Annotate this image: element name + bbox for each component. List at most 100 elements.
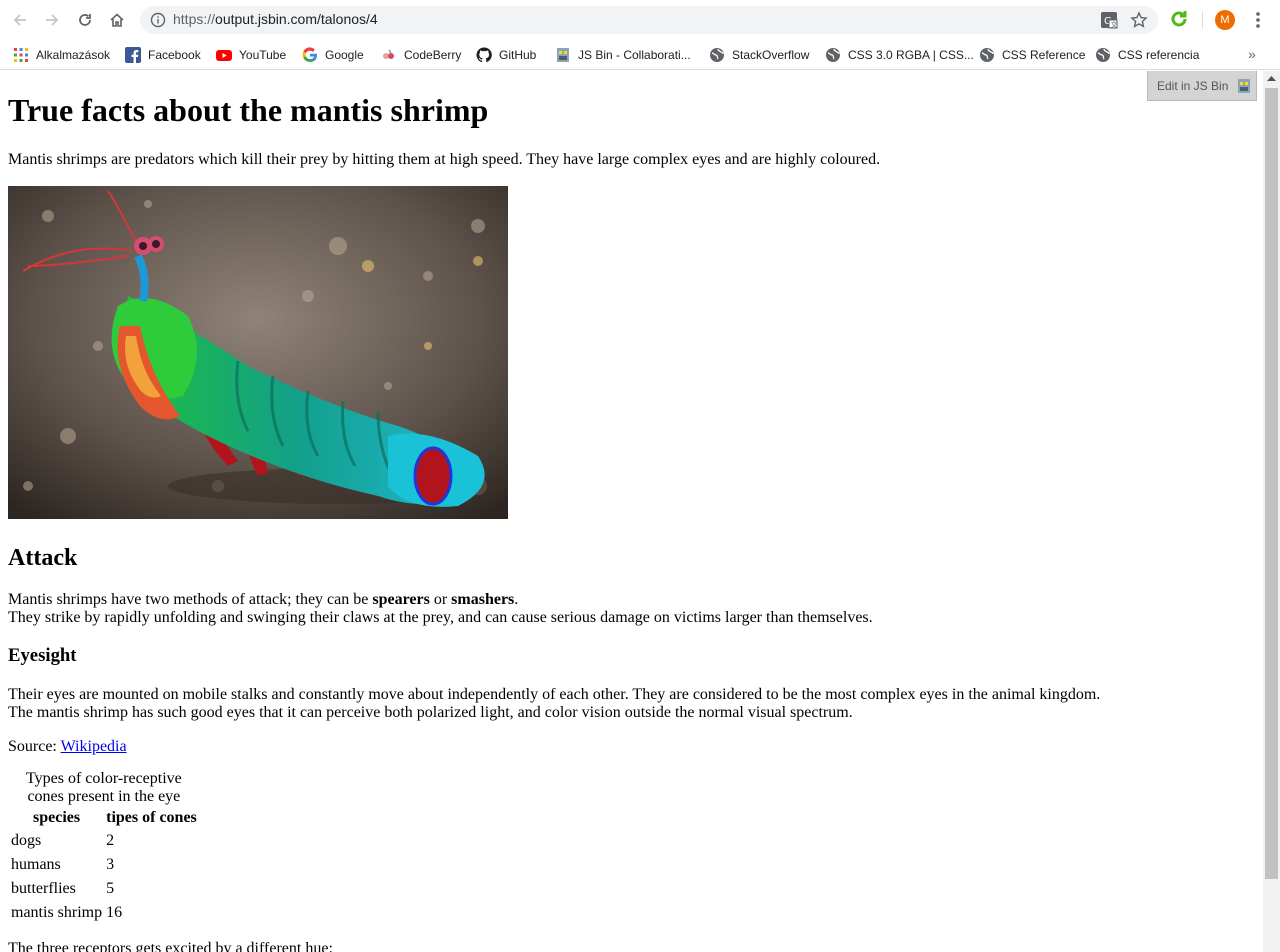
table-header-cell: tipes of cones xyxy=(106,809,197,826)
table-header-cell: species xyxy=(33,809,81,826)
bookmarks-bar: Alkalmazások Facebook YouTube Google Cod… xyxy=(0,40,1280,70)
bookmark-label: GitHub xyxy=(499,48,537,62)
table-row: mantis shrimp 16 xyxy=(10,902,198,924)
bookmark-label: JS Bin - Collaborati... xyxy=(578,48,691,62)
bookmark-label: YouTube xyxy=(239,48,287,62)
globe-icon xyxy=(826,48,840,62)
facebook-icon xyxy=(125,47,141,63)
bookmark-css-rgba[interactable]: CSS 3.0 RGBA | CSS... xyxy=(825,44,974,66)
eyesight-paragraph: Their eyes are mounted on mobile stalks … xyxy=(8,686,1255,722)
bookmark-label: StackOverflow xyxy=(732,48,810,62)
github-icon xyxy=(476,47,492,63)
table-header-row: species tipes of cones xyxy=(10,808,198,828)
info-icon[interactable] xyxy=(150,12,166,28)
reload-button[interactable] xyxy=(73,8,97,32)
bookmark-facebook[interactable]: Facebook xyxy=(125,44,201,66)
scroll-up-arrow-icon[interactable] xyxy=(1267,75,1276,81)
table-cell: 3 xyxy=(106,856,115,873)
table-cell: 5 xyxy=(106,880,115,897)
mantis-shrimp-photo xyxy=(8,186,508,519)
url-host-path: output.jsbin.com/talonos/4 xyxy=(215,11,378,27)
svg-text:文: 文 xyxy=(1111,20,1118,29)
bookmark-label: CSS referencia xyxy=(1118,48,1200,62)
table-cell: 16 xyxy=(106,904,123,921)
forward-button[interactable] xyxy=(40,8,64,32)
jsbin-icon xyxy=(557,48,569,62)
page-content: True facts about the mantis shrimp Manti… xyxy=(0,92,1263,952)
bookmark-label: CSS Reference xyxy=(1002,48,1086,62)
page-viewport: True facts about the mantis shrimp Manti… xyxy=(0,71,1263,952)
bookmark-star-icon[interactable] xyxy=(1130,11,1148,29)
eyesight-line1: Their eyes are mounted on mobile stalks … xyxy=(8,686,1101,703)
edit-in-jsbin-button[interactable]: Edit in JS Bin xyxy=(1147,71,1257,101)
vertical-scrollbar[interactable] xyxy=(1263,71,1280,952)
home-button[interactable] xyxy=(105,8,129,32)
codeberry-icon xyxy=(383,49,394,59)
globe-icon xyxy=(980,48,994,62)
url-scheme: https:// xyxy=(173,11,216,27)
bookmark-css-reference[interactable]: CSS Reference xyxy=(979,44,1085,66)
attack-period: . xyxy=(514,591,519,608)
source-label: Source: xyxy=(8,738,61,755)
smashers-bold: smashers xyxy=(451,591,515,608)
address-bar[interactable]: https://output.jsbin.com/talonos/4 G文 xyxy=(140,6,1158,34)
arrow-right-icon xyxy=(46,14,59,26)
back-button[interactable] xyxy=(8,8,32,32)
table-cell: dogs xyxy=(11,832,42,849)
jsbin-icon xyxy=(1238,78,1251,93)
spearers-bold: spearers xyxy=(372,591,430,608)
bookmark-github[interactable]: GitHub xyxy=(476,44,536,66)
bookmark-css-referencia[interactable]: CSS referencia xyxy=(1095,44,1199,66)
extension-reload-icon[interactable] xyxy=(1168,8,1190,30)
cones-table: Types of color-receptive cones present i… xyxy=(8,770,200,926)
profile-avatar[interactable]: M xyxy=(1215,10,1235,30)
google-icon xyxy=(302,47,317,62)
intro-paragraph: Mantis shrimps are predators which kill … xyxy=(8,151,881,168)
attack-heading: Attack xyxy=(8,545,78,571)
attack-paragraph: Mantis shrimps have two methods of attac… xyxy=(8,591,1255,627)
table-row: dogs 2 xyxy=(10,830,198,852)
attack-line2: They strike by rapidly unfolding and swi… xyxy=(8,609,873,626)
bookmark-jsbin[interactable]: JS Bin - Collaborati... xyxy=(555,44,691,66)
table-row: humans 3 xyxy=(10,854,198,876)
eyesight-heading: Eyesight xyxy=(8,645,77,666)
scrollbar-thumb[interactable] xyxy=(1265,88,1278,879)
bookmark-stackoverflow[interactable]: StackOverflow xyxy=(709,44,809,66)
table-cell: 2 xyxy=(106,832,115,849)
table-cell: butterflies xyxy=(11,880,76,897)
bookmark-label: CodeBerry xyxy=(404,48,462,62)
attack-text: Mantis shrimps have two methods of attac… xyxy=(8,591,373,608)
toolbar-separator xyxy=(1202,11,1203,29)
reload-icon xyxy=(79,14,91,26)
bookmark-youtube[interactable]: YouTube xyxy=(216,44,286,66)
table-cell: humans xyxy=(11,856,61,873)
table-row: butterflies 5 xyxy=(10,878,198,900)
receptors-paragraph: The three receptors gets excited by a di… xyxy=(8,940,333,952)
wikipedia-link[interactable]: Wikipedia xyxy=(61,738,127,755)
attack-or: or xyxy=(429,591,452,608)
bookmark-label: Facebook xyxy=(148,48,201,62)
page-title: True facts about the mantis shrimp xyxy=(8,92,489,128)
globe-icon xyxy=(710,48,724,62)
bookmark-label: CSS 3.0 RGBA | CSS... xyxy=(848,48,974,62)
globe-icon xyxy=(1096,48,1110,62)
kebab-menu-icon[interactable] xyxy=(1250,10,1266,30)
url-text[interactable]: https://output.jsbin.com/talonos/4 xyxy=(173,11,378,27)
bookmark-label: Alkalmazások xyxy=(36,48,111,62)
youtube-icon xyxy=(216,50,232,61)
source-line: Source: Wikipedia xyxy=(8,738,1255,756)
edit-in-jsbin-label: Edit in JS Bin xyxy=(1157,78,1229,93)
bookmark-label: Google xyxy=(325,48,364,62)
home-icon xyxy=(110,13,124,27)
translate-icon[interactable]: G文 xyxy=(1100,11,1118,29)
apps-grid-icon xyxy=(14,48,28,62)
bookmark-codeberry[interactable]: CodeBerry xyxy=(381,44,461,66)
table-caption: Types of color-receptive cones present i… xyxy=(25,770,182,805)
arrow-left-icon xyxy=(13,14,26,26)
bookmarks-overflow-chevron-icon[interactable]: » xyxy=(1248,46,1256,62)
browser-toolbar: https://output.jsbin.com/talonos/4 G文 M xyxy=(0,0,1280,40)
bookmark-apps[interactable]: Alkalmazások xyxy=(13,44,110,66)
bookmark-google[interactable]: Google xyxy=(302,44,364,66)
table-cell: mantis shrimp xyxy=(11,904,103,921)
eyesight-line2: The mantis shrimp has such good eyes tha… xyxy=(8,704,853,721)
